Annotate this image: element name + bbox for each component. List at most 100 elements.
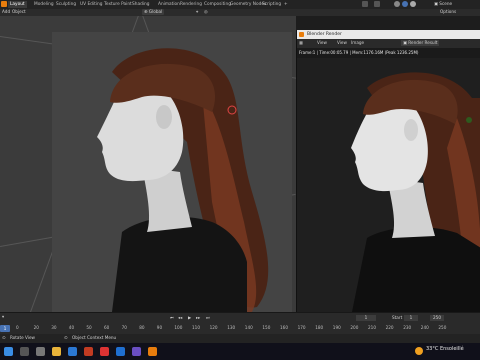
- weather-text: Ensoleillé: [439, 346, 464, 352]
- add-menu[interactable]: Add: [2, 9, 10, 15]
- render-result-canvas[interactable]: [297, 58, 480, 312]
- render-window-titlebar: Blender Render: [297, 30, 480, 39]
- timeline-tick-label: 240: [420, 325, 429, 330]
- timeline-tick-label: 20: [33, 325, 39, 330]
- shading-material-icon[interactable]: [402, 1, 408, 7]
- render-info: Frame:1 | Time:00:05.79 | Mem:1176.16M (…: [299, 50, 419, 55]
- workspace-tab[interactable]: Texture Paint: [102, 1, 134, 8]
- timeline-tick-label: 130: [227, 325, 236, 330]
- timeline-tick-label: 0: [16, 325, 19, 330]
- search-icon[interactable]: [20, 347, 29, 356]
- timeline-tick-label: 160: [280, 325, 288, 330]
- timeline-tick-label: 60: [104, 325, 110, 330]
- timeline-tick-label: 230: [403, 325, 412, 330]
- workspace-tab[interactable]: UV Editing: [78, 1, 104, 8]
- start-icon[interactable]: [4, 347, 13, 356]
- blender-logo-icon[interactable]: [1, 1, 7, 7]
- current-frame-field[interactable]: 1: [356, 315, 376, 321]
- object-menu[interactable]: Object: [12, 9, 26, 15]
- file-explorer-icon[interactable]: [52, 347, 61, 356]
- proportional-edit-icon[interactable]: ◎: [204, 9, 208, 15]
- app-icon[interactable]: [100, 347, 109, 356]
- render-window: Blender Render ▦ View View Image ▣ Rende…: [296, 30, 480, 312]
- character-model: [97, 48, 269, 312]
- status-bar: ⊙ Rotate View ⊙ Object Context Menu: [0, 334, 480, 343]
- blender-taskbar-icon[interactable]: [148, 347, 157, 356]
- timeline-tick-label: 140: [244, 325, 253, 330]
- blender-logo-icon: [299, 32, 304, 37]
- workspace-tab[interactable]: Shading: [130, 1, 151, 8]
- shading-rendered-icon[interactable]: [410, 1, 416, 7]
- chrome-icon[interactable]: [84, 347, 93, 356]
- weather-widget[interactable]: 33°C Ensoleillé: [426, 346, 464, 352]
- options-menu[interactable]: Options: [440, 9, 456, 15]
- shading-solid-icon[interactable]: [394, 1, 400, 7]
- gizmo-icon[interactable]: [374, 1, 380, 7]
- workspace-tab[interactable]: Sculpting: [54, 1, 78, 8]
- camera-frame: [52, 32, 292, 312]
- viewport-header: Add Object ⊕ Global ⌖ ◎ Options: [0, 9, 480, 16]
- prev-keyframe-icon[interactable]: ◂◂: [178, 315, 182, 321]
- timeline-tick-label: 210: [368, 325, 376, 330]
- mouse-icon: ⊙: [2, 335, 6, 340]
- workspace-bar: Layout Modeling Sculpting UV Editing Texture…: [0, 0, 480, 9]
- timeline[interactable]: ▾ ⏮ ◂◂ ▶ ▸▸ ⏭ 1 Start 1 250 0 20 30 40 50 60 7…: [0, 312, 480, 334]
- view-menu-2[interactable]: View: [337, 40, 347, 46]
- workspace-tab[interactable]: Modeling: [32, 1, 56, 8]
- playback-menu[interactable]: ▾: [2, 314, 4, 320]
- task-view-icon[interactable]: [36, 347, 45, 356]
- taskbar: [0, 343, 480, 360]
- timeline-tick-label: 110: [192, 325, 200, 330]
- jump-end-icon[interactable]: ⏭: [206, 315, 210, 321]
- snap-icon[interactable]: ⌖: [196, 9, 198, 15]
- ear: [404, 119, 418, 141]
- timeline-tick-label: 150: [262, 325, 271, 330]
- mail-icon[interactable]: [68, 347, 77, 356]
- hair-tie: [466, 117, 472, 123]
- 3d-viewport[interactable]: [0, 16, 296, 312]
- timeline-tick-label: 100: [174, 325, 183, 330]
- shirt: [112, 216, 247, 312]
- timeline-tick-label: 90: [156, 325, 163, 330]
- play-icon[interactable]: ▶: [188, 315, 191, 321]
- workspace-tab[interactable]: Rendering: [178, 1, 204, 8]
- app-icon-2[interactable]: [132, 347, 141, 356]
- playhead[interactable]: 1: [0, 325, 10, 332]
- image-menu[interactable]: Image: [351, 40, 364, 46]
- mouse-right-icon: ⊙: [64, 335, 68, 340]
- orientation-dropdown[interactable]: ⊕ Global: [142, 9, 165, 15]
- timeline-tick-label: 180: [315, 325, 324, 330]
- ear: [156, 105, 172, 129]
- timeline-tick-label: 190: [332, 325, 341, 330]
- workspace-tab[interactable]: +: [282, 1, 290, 8]
- timeline-tick-label: 50: [86, 325, 92, 330]
- cursor-icon[interactable]: [362, 1, 368, 7]
- timeline-tick-label: 220: [385, 325, 394, 330]
- jump-start-icon[interactable]: ⏮: [170, 315, 174, 321]
- start-field[interactable]: 1: [404, 315, 418, 321]
- next-keyframe-icon[interactable]: ▸▸: [196, 315, 200, 321]
- workspace-tab[interactable]: Layout: [8, 1, 27, 8]
- render-window-title: Blender Render: [307, 32, 342, 37]
- view-menu[interactable]: View: [317, 40, 327, 46]
- context-menu-hint: Object Context Menu: [72, 335, 117, 340]
- header-tools: [360, 1, 430, 8]
- workspace-tab[interactable]: Scripting: [260, 1, 283, 8]
- sun-icon: [415, 347, 423, 355]
- shirt: [352, 226, 480, 312]
- start-label: Start: [392, 315, 403, 320]
- slot-dropdown[interactable]: ▣ Render Result: [401, 40, 440, 46]
- store-icon[interactable]: [116, 347, 125, 356]
- render-window-menu: ▦ View View Image ▣ Render Result: [297, 39, 480, 48]
- slot-label: Render Result: [408, 40, 438, 45]
- timeline-tick-label: 170: [297, 325, 306, 330]
- editor-type-icon[interactable]: ▦: [299, 40, 303, 46]
- end-field[interactable]: 250: [430, 315, 444, 321]
- timeline-tick-label: 70: [121, 325, 127, 330]
- scene-selector[interactable]: ▣ Scene: [434, 1, 452, 7]
- timeline-tick-label: 80: [139, 325, 145, 330]
- scene-label: Scene: [439, 1, 453, 6]
- timeline-tick-label: 30: [51, 325, 57, 330]
- timeline-tick-label: 120: [209, 325, 218, 330]
- orientation-label: Global: [148, 9, 163, 14]
